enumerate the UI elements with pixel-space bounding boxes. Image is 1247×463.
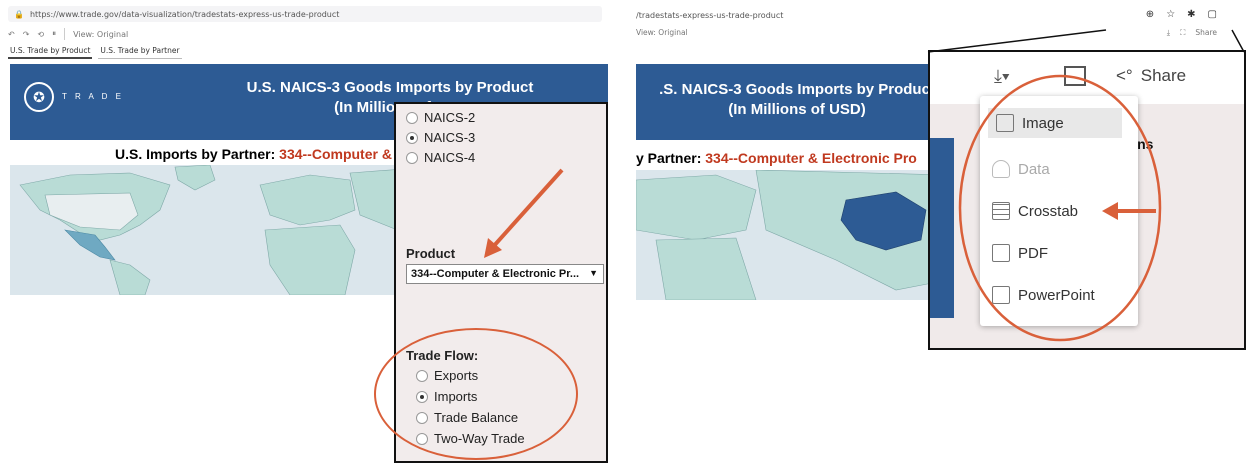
seal-logo: ✪: [24, 82, 54, 112]
tab-trade-by-product[interactable]: U.S. Trade by Product: [8, 44, 93, 59]
browser-controls: ⊕ ☆ ✱ ▢: [1146, 9, 1217, 20]
dashboard-banner: .S. NAICS-3 Goods Imports by Product (In…: [636, 64, 958, 140]
menu-item-data[interactable]: Data: [992, 160, 1050, 178]
menu-label: PowerPoint: [1018, 286, 1095, 304]
star-icon[interactable]: ☆: [1166, 9, 1175, 20]
menu-label: Data: [1018, 160, 1050, 178]
radio-label: NAICS-3: [424, 130, 476, 145]
revert-icon[interactable]: ⟲: [37, 30, 44, 39]
download-icon[interactable]: ⤓: [1167, 28, 1170, 38]
database-icon: [992, 160, 1010, 178]
menu-item-powerpoint[interactable]: PowerPoint: [992, 286, 1095, 304]
menu-label: Crosstab: [1018, 202, 1079, 220]
table-icon: [992, 202, 1010, 220]
dashboard-tabs: U.S. Trade by Product U.S. Trade by Part…: [8, 44, 182, 59]
radio-icon[interactable]: [406, 111, 418, 124]
viz-toolbar: ↶ ↷ ⟲ ⏸ View: Original: [8, 26, 602, 42]
map-subtitle: U.S. Imports by Partner: 334--Computer &: [115, 146, 392, 162]
zoomed-toolbar-panel: ⤓▾ <° Share tions : Image Data Crosstab: [928, 50, 1246, 350]
share-button[interactable]: <° Share: [1116, 66, 1186, 86]
title-line-1: U.S. NAICS-3 Goods Imports by Product: [246, 79, 534, 96]
subtitle-value: 334--Computer & Electronic Pro: [705, 150, 917, 166]
product-select-value: 334--Computer & Electronic Pr...: [411, 268, 580, 280]
address-bar[interactable]: /tradestats-express-us-trade-product ⊕ ☆…: [636, 6, 1247, 24]
fullscreen-icon[interactable]: ⛶: [1180, 28, 1185, 38]
menu-label: PDF: [1018, 244, 1048, 262]
product-select[interactable]: 334--Computer & Electronic Pr... ▼: [406, 264, 604, 284]
share-icon: <°: [1116, 66, 1133, 85]
address-bar[interactable]: 🔒 https://www.trade.gov/data-visualizati…: [8, 6, 602, 22]
radio-naics-4[interactable]: NAICS-4: [406, 150, 475, 165]
radio-label: NAICS-2: [424, 110, 476, 125]
menu-item-crosstab[interactable]: Crosstab: [992, 202, 1078, 220]
menu-label: Image: [1022, 114, 1064, 132]
pdf-icon: [992, 244, 1010, 262]
lock-icon: 🔒: [14, 9, 24, 19]
radio-selected-icon[interactable]: [406, 131, 418, 144]
image-icon: [996, 114, 1014, 132]
world-map[interactable]: [636, 170, 948, 300]
subtitle-prefix: U.S. Imports by Partner:: [115, 146, 280, 162]
url-text: https://www.trade.gov/data-visualization…: [29, 9, 340, 19]
chevron-down-icon: ▼: [589, 268, 598, 278]
redo-icon[interactable]: ↷: [23, 30, 30, 39]
banner-edge: [930, 138, 954, 318]
right-screenshot: /tradestats-express-us-trade-product ⊕ ☆…: [636, 0, 1247, 463]
pause-icon[interactable]: ⏸: [52, 29, 56, 39]
product-label: Product: [406, 246, 456, 261]
menu-item-image[interactable]: Image: [988, 108, 1122, 138]
map-subtitle: y Partner: 334--Computer & Electronic Pr…: [636, 150, 917, 166]
seal-text: T R A D E: [62, 92, 124, 101]
fullscreen-icon[interactable]: [1064, 66, 1086, 86]
menu-item-pdf[interactable]: PDF: [992, 244, 1048, 262]
title-line-1: .S. NAICS-3 Goods Imports by Product: [659, 81, 935, 98]
radio-naics-3[interactable]: NAICS-3: [406, 130, 475, 145]
left-screenshot: 🔒 https://www.trade.gov/data-visualizati…: [0, 0, 610, 463]
radio-icon[interactable]: [406, 151, 418, 164]
download-icon[interactable]: ⤓▾: [994, 66, 1010, 87]
subtitle-value: 334--Computer &: [279, 146, 392, 162]
highlight-ellipse: [374, 328, 578, 460]
powerpoint-icon: [992, 286, 1010, 304]
share-small[interactable]: Share: [1195, 28, 1217, 38]
undo-icon[interactable]: ↶: [8, 30, 15, 39]
view-original[interactable]: View: Original: [636, 28, 688, 37]
viz-toolbar: View: Original ⤓ ⛶ Share: [636, 28, 1247, 42]
radio-label: NAICS-4: [424, 150, 476, 165]
extension-icon[interactable]: ✱: [1187, 9, 1195, 20]
download-menu: Image Data Crosstab PDF PowerPoint: [980, 96, 1138, 326]
share-label: Share: [1140, 66, 1187, 85]
zoom-icon[interactable]: ⊕: [1146, 9, 1154, 20]
radio-naics-2[interactable]: NAICS-2: [406, 110, 475, 125]
subtitle-prefix: y Partner:: [636, 150, 706, 166]
window-icon[interactable]: ▢: [1208, 9, 1217, 20]
view-original[interactable]: View: Original: [73, 30, 128, 39]
url-text: /tradestats-express-us-trade-product: [636, 10, 784, 20]
title-line-2: (In Millions of USD): [728, 101, 866, 118]
tab-trade-by-partner[interactable]: U.S. Trade by Partner: [98, 44, 182, 59]
